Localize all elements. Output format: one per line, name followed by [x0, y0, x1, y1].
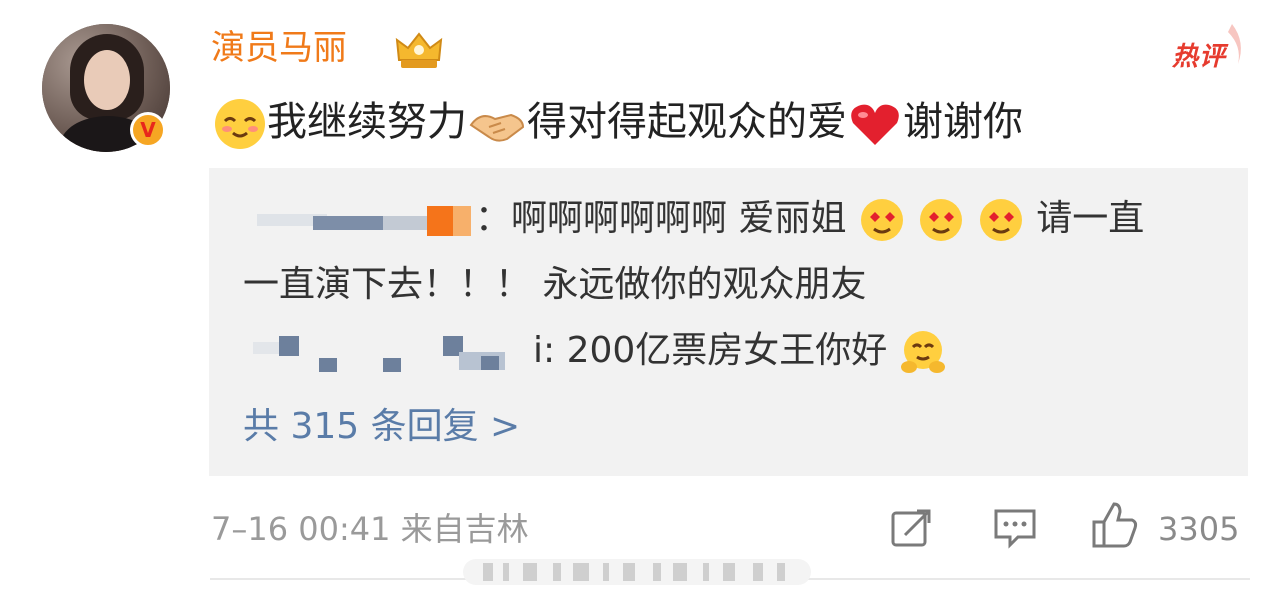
heart-eyes-emoji-icon: [920, 199, 963, 241]
blurred-username[interactable]: [243, 198, 475, 242]
verified-badge-icon: V: [130, 112, 166, 148]
reply-1-text-tail: 请一直: [1036, 198, 1145, 239]
reply-2: i: 200亿票房女王你好: [243, 326, 947, 376]
red-heart-emoji-icon: [851, 104, 899, 145]
hot-comment-label: 热评: [1172, 42, 1227, 72]
reply-1-line-1: ：啊啊啊啊啊啊 爱丽姐 请一直: [243, 194, 1144, 244]
hot-comment-badge: 热评: [1172, 24, 1248, 74]
heart-eyes-emoji-icon: [860, 199, 903, 241]
username[interactable]: 演员马丽: [211, 24, 347, 72]
blurred-username[interactable]: [243, 330, 533, 374]
comment-text-part2: 得对得起观众的爱: [527, 99, 847, 145]
member-crown-icon: [395, 32, 443, 68]
reply-1-line-2: 一直演下去！！！ 永远做你的观众朋友: [243, 264, 867, 305]
watermark-image: [463, 559, 811, 585]
heart-eyes-emoji-icon: [979, 199, 1022, 241]
comment-icon[interactable]: [992, 505, 1038, 551]
view-all-replies-link[interactable]: 共 315 条回复 >: [243, 402, 520, 452]
repost-icon[interactable]: [889, 505, 935, 551]
reply-1-text: ：啊啊啊啊啊啊 爱丽姐: [475, 198, 847, 239]
comment-text: 我继续努力 得对得起观众的爱 谢谢你: [213, 93, 1023, 151]
replies-panel: ：啊啊啊啊啊啊 爱丽姐 请一直 一直演下去！！！ 永远做你的观众朋友 i: 20…: [209, 168, 1248, 476]
comment-text-part3: 谢谢你: [903, 99, 1023, 145]
handshake-emoji-icon: [469, 113, 525, 142]
hugging-face-emoji-icon: [900, 331, 945, 373]
like-count: 3305: [1158, 510, 1240, 548]
post-meta: 7–16 00:41 来自吉林: [211, 510, 529, 548]
reply-2-text: i: 200亿票房女王你好: [533, 330, 888, 371]
blushing-smile-emoji-icon: [215, 99, 265, 149]
comment-text-part1: 我继续努力: [267, 99, 467, 145]
like-icon[interactable]: [1090, 500, 1140, 550]
